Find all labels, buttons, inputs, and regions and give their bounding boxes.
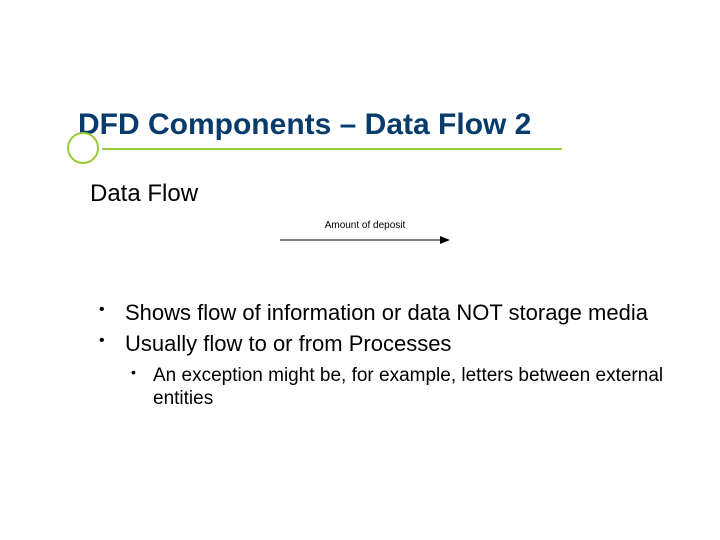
list-item: Shows flow of information or data NOT st… xyxy=(95,300,680,327)
data-flow-arrow: Amount of deposit xyxy=(280,220,450,248)
arrow-icon xyxy=(280,234,450,246)
slide: DFD Components – Data Flow 2 Data Flow A… xyxy=(0,0,720,540)
accent-ring-icon xyxy=(67,132,99,164)
section-heading: Data Flow xyxy=(90,180,198,208)
list-sub-item: An exception might be, for example, lett… xyxy=(95,364,680,412)
arrow-label: Amount of deposit xyxy=(280,220,450,231)
accent-divider xyxy=(102,148,562,150)
bullet-list: Shows flow of information or data NOT st… xyxy=(95,300,680,411)
slide-title: DFD Components – Data Flow 2 xyxy=(78,108,531,142)
list-item: Usually flow to or from Processes xyxy=(95,331,680,358)
